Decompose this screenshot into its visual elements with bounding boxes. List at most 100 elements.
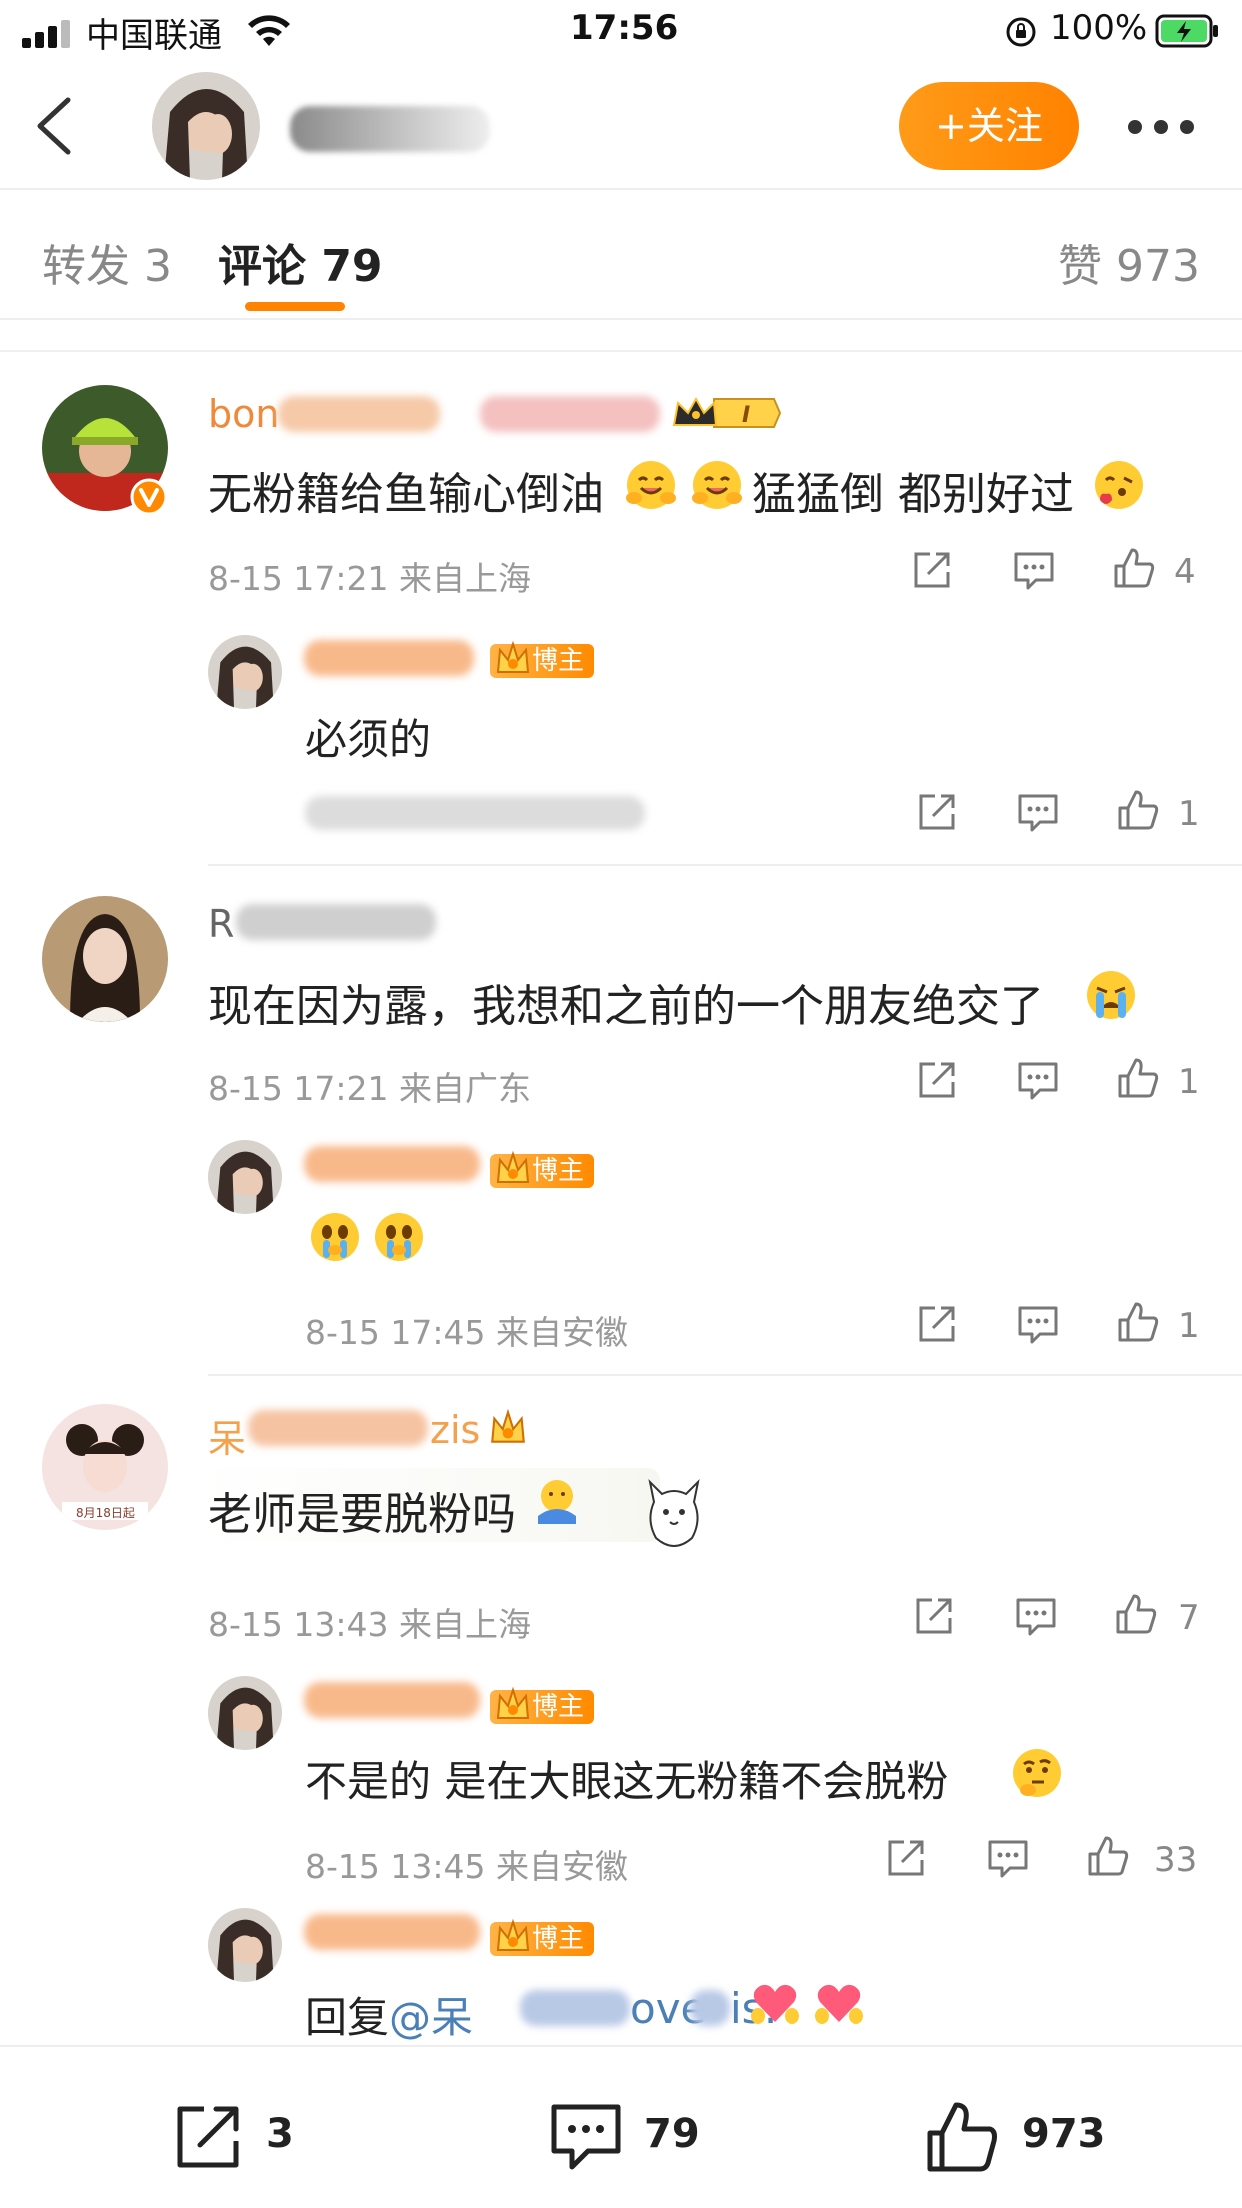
share-icon[interactable] — [910, 548, 954, 592]
like-icon[interactable] — [1086, 1834, 1130, 1878]
blowing-kiss-emoji-icon — [1095, 461, 1143, 509]
tab-likes[interactable]: 赞 973 — [1058, 230, 1200, 294]
comment-icon[interactable] — [1016, 1302, 1060, 1346]
commenter-name[interactable]: 呆 — [208, 1408, 246, 1463]
comment-count[interactable]: 79 — [644, 2111, 700, 2157]
tab-comments[interactable]: 评论 79 — [218, 230, 383, 294]
vip-level-badge: I — [672, 396, 782, 428]
redaction-blur — [248, 1410, 428, 1446]
comment-text-tail: 猛猛倒 都别好过 — [752, 469, 1074, 520]
like-count: 1 — [1178, 794, 1200, 834]
share-icon[interactable] — [912, 1594, 956, 1638]
crown-icon — [496, 1686, 530, 1719]
mention-link[interactable]: @呆 — [389, 1993, 473, 2042]
rotation-lock-icon — [1006, 17, 1036, 47]
share-icon[interactable] — [915, 1058, 959, 1102]
author-name-redacted[interactable] — [290, 106, 490, 152]
carrier-name: 中国联通 — [86, 16, 222, 56]
divider — [208, 864, 1242, 866]
like-icon[interactable] — [1116, 1300, 1160, 1344]
heart-hands-emoji-icon — [751, 1984, 799, 2024]
comment-text: 现在因为露，我想和之前的一个朋友绝交了 — [208, 981, 1044, 1032]
repost-count[interactable]: 3 — [266, 2111, 294, 2157]
commenter-name[interactable]: bon — [208, 392, 279, 436]
redaction-blur — [520, 1990, 630, 2026]
redaction-blur — [304, 1146, 480, 1182]
like-icon[interactable] — [1116, 1056, 1160, 1100]
share-icon[interactable] — [884, 1836, 928, 1880]
previous-comment-stub — [0, 322, 1242, 352]
author-reply-avatar[interactable] — [208, 1908, 282, 1982]
redaction-blur — [304, 1682, 480, 1718]
status-bar: 中国联通 17:56 100% — [0, 0, 1242, 64]
repost-icon[interactable] — [170, 2099, 246, 2175]
signal-strength-icon — [22, 18, 74, 48]
crown-icon — [496, 1150, 530, 1183]
commenter-name[interactable]: R — [208, 902, 234, 946]
back-button[interactable] — [30, 92, 82, 160]
wifi-icon — [248, 15, 290, 46]
comments-icon[interactable] — [548, 2099, 624, 2175]
author-reply-avatar[interactable] — [208, 1676, 282, 1750]
tab-reposts[interactable]: 转发 3 — [42, 230, 172, 294]
like-count: 4 — [1174, 552, 1196, 592]
redaction-blur — [305, 796, 645, 830]
reply-meta: 8-15 17:45 来自安徽 — [305, 1313, 628, 1352]
likes-icon[interactable] — [924, 2099, 1000, 2175]
commenter-name-tail[interactable]: zis — [430, 1408, 480, 1452]
redaction-blur — [480, 396, 660, 432]
like-count: 1 — [1178, 1062, 1200, 1102]
follow-button[interactable]: +关注 — [899, 82, 1079, 170]
comment-meta: 8-15 13:43 来自上海 — [208, 1605, 531, 1644]
share-icon[interactable] — [915, 790, 959, 834]
like-icon[interactable] — [1114, 1592, 1158, 1636]
crown-icon — [496, 1918, 530, 1951]
avatar-caption: 8月18日起 — [76, 1506, 135, 1520]
like-icon[interactable] — [1116, 788, 1160, 832]
like-icon[interactable] — [1112, 546, 1156, 590]
author-avatar[interactable] — [152, 72, 260, 180]
author-reply-avatar[interactable] — [208, 635, 282, 709]
redaction-blur — [304, 640, 474, 676]
like-count: 7 — [1178, 1598, 1200, 1638]
heart-hands-emoji-icon — [815, 1984, 863, 2024]
comment-icon[interactable] — [1016, 1058, 1060, 1102]
active-tab-indicator — [245, 302, 345, 311]
redaction-blur — [236, 904, 436, 940]
reply-text: 不是的 是在大眼这无粉籍不会脱粉 — [305, 1757, 949, 1806]
crying-emoji-icon — [1087, 971, 1135, 1019]
comment-meta: 8-15 17:21 来自上海 — [208, 559, 531, 598]
comment-icon[interactable] — [986, 1836, 1030, 1880]
clock: 17:56 — [570, 8, 679, 48]
redaction-blur — [278, 396, 440, 432]
battery-charging-icon — [1155, 14, 1218, 48]
tearful-emoji-icon — [311, 1213, 359, 1261]
share-icon[interactable] — [915, 1302, 959, 1346]
commenter-avatar[interactable]: 8月18日起 — [42, 1404, 168, 1530]
more-options-button[interactable] — [1128, 112, 1198, 142]
divider — [208, 1374, 1242, 1376]
reply-text: 回复@呆 — [305, 1993, 474, 2042]
comment-icon[interactable] — [1016, 790, 1060, 834]
like-count: 1 — [1178, 1306, 1200, 1346]
comment-icon[interactable] — [1014, 1594, 1058, 1638]
redaction-blur — [304, 1914, 480, 1950]
verified-badge-icon — [130, 478, 168, 516]
comment-icon[interactable] — [1012, 548, 1056, 592]
comment-text: 老师是要脱粉吗 — [208, 1489, 516, 1540]
bottom-action-bar: 3 79 973 — [0, 2045, 1242, 2208]
hug-emoji-icon — [626, 461, 676, 509]
author-badge: 博主 — [490, 1918, 595, 1956]
commenter-avatar[interactable] — [42, 896, 168, 1022]
comment-meta: 8-15 17:21 来自广东 — [208, 1069, 531, 1108]
comment-text: 无粉籍给鱼输心倒油 — [208, 469, 604, 520]
cat-sticker-icon — [648, 1478, 700, 1547]
reply-meta: 8-15 13:45 来自安徽 — [305, 1847, 628, 1886]
tearful-emoji-icon — [375, 1213, 423, 1261]
reply-text: 必须的 — [305, 715, 432, 764]
svg-text:I: I — [742, 403, 750, 428]
like-count-total[interactable]: 973 — [1022, 2111, 1106, 2157]
author-badge: 博主 — [490, 1686, 595, 1724]
author-reply-avatar[interactable] — [208, 1140, 282, 1214]
crown-icon — [491, 1408, 525, 1443]
